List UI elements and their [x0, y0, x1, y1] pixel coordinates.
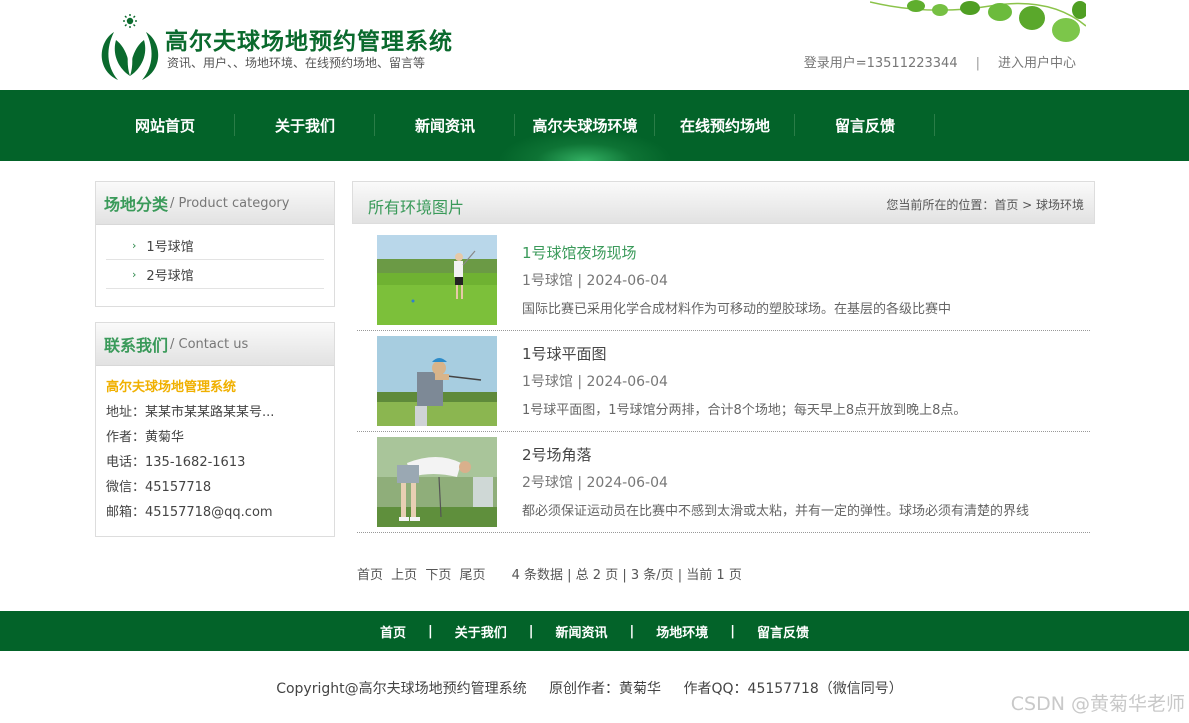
list-item[interactable]: 1号球馆夜场现场 1号球馆 | 2024-06-04 国际比赛已采用化学合成材料…	[357, 230, 1090, 331]
contact-title-en: / Contact us	[170, 336, 249, 352]
category-list: › 1号球馆 › 2号球馆	[96, 225, 334, 289]
user-bar-separator: |	[975, 56, 980, 71]
item-meta: 1号球馆 | 2024-06-04	[522, 374, 668, 390]
category-panel: 场地分类 / Product category › 1号球馆 › 2号球馆	[95, 181, 335, 307]
contact-title: 联系我们	[104, 336, 169, 355]
contact-address: 地址：某某市某某路某某号...	[106, 405, 275, 420]
site-subtitle: 资讯、用户、、场地环境、在线预约场地、留言等	[167, 56, 426, 70]
pager-last-link[interactable]: 尾页	[459, 568, 485, 583]
contact-panel: 联系我们 / Contact us 高尔夫球场地管理系统 地址：某某市某某路某某…	[95, 322, 335, 537]
login-user-label: 登录用户=13511223344	[803, 56, 958, 71]
list-item[interactable]: 2号场角落 2号球馆 | 2024-06-04 都必须保证运动员在比赛中不感到太…	[357, 432, 1090, 533]
site-header: 高尔夫球场地预约管理系统 资讯、用户、、场地环境、在线预约场地、留言等 登录用户…	[0, 0, 1189, 90]
category-item-label: 2号球馆	[146, 268, 194, 284]
item-meta: 1号球馆 | 2024-06-04	[522, 273, 668, 289]
nav-item-about[interactable]: 关于我们	[235, 90, 375, 161]
main-title: 所有环境图片	[368, 198, 465, 217]
chevron-right-icon: ›	[132, 238, 137, 252]
csdn-watermark: CSDN @黄菊华老师	[1010, 693, 1185, 715]
footer-link-news[interactable]: 新闻资讯	[533, 622, 629, 641]
user-center-link[interactable]: 进入用户中心	[998, 56, 1076, 71]
item-title[interactable]: 1号球馆夜场现场	[522, 242, 637, 263]
chevron-right-icon: ›	[132, 267, 137, 281]
contact-panel-header: 联系我们 / Contact us	[96, 323, 334, 366]
nav-item-feedback[interactable]: 留言反馈	[795, 90, 935, 161]
footer-link-environment[interactable]: 场地环境	[634, 622, 730, 641]
nav-list: 网站首页 关于我们 新闻资讯 高尔夫球场环境 在线预约场地 留言反馈	[95, 90, 935, 161]
category-title: 场地分类	[104, 195, 169, 214]
pager-next-link[interactable]: 下页	[425, 568, 451, 583]
contact-author: 作者：黄菊华	[106, 430, 185, 445]
footer-nav: 首页 | 关于我们 | 新闻资讯 | 场地环境 | 留言反馈	[0, 611, 1189, 651]
contact-phone: 电话：135-1682-1613	[106, 455, 246, 470]
category-item[interactable]: › 1号球馆	[106, 231, 324, 260]
pagination: 首页 上页 下页 尾页 4 条数据 | 总 2 页 | 3 条/页 | 当前 1…	[357, 564, 742, 583]
qq-text: 作者QQ：45157718（微信同号）	[683, 681, 903, 697]
nav-item-home[interactable]: 网站首页	[95, 90, 235, 161]
vine-leaves-decoration	[870, 0, 1086, 42]
main-panel-header: 所有环境图片 您当前所在的位置：首页 > 球场环境	[352, 181, 1095, 224]
contact-email: 邮箱：45157718@qq.com	[106, 505, 273, 520]
item-title[interactable]: 2号场角落	[522, 444, 592, 465]
nav-item-news[interactable]: 新闻资讯	[375, 90, 515, 161]
user-bar: 登录用户=13511223344 | 进入用户中心	[804, 52, 1076, 71]
item-description: 国际比赛已采用化学合成材料作为可移动的塑胶球场。在基层的各级比赛中	[522, 302, 952, 317]
contact-wechat: 微信：45157718	[106, 480, 212, 495]
list-item[interactable]: 1号球平面图 1号球馆 | 2024-06-04 1号球平面图，1号球馆分两排，…	[357, 331, 1090, 432]
breadcrumb: 您当前所在的位置：首页 > 球场环境	[886, 198, 1084, 212]
golf-corner-photo[interactable]	[377, 437, 497, 527]
item-title[interactable]: 1号球平面图	[522, 343, 607, 364]
main-nav: 网站首页 关于我们 新闻资讯 高尔夫球场环境 在线预约场地 留言反馈	[0, 90, 1189, 161]
leaf-logo-icon	[101, 14, 159, 80]
category-item-label: 1号球馆	[146, 239, 194, 255]
golf-plan-photo[interactable]	[377, 336, 497, 426]
site-title: 高尔夫球场地预约管理系统	[165, 29, 453, 55]
item-meta: 2号球馆 | 2024-06-04	[522, 475, 668, 491]
footer-link-home[interactable]: 首页	[358, 622, 428, 641]
pager-first-link[interactable]: 首页	[357, 568, 383, 583]
category-panel-header: 场地分类 / Product category	[96, 182, 334, 225]
footer-link-about[interactable]: 关于我们	[433, 622, 529, 641]
category-item[interactable]: › 2号球馆	[106, 260, 324, 289]
author-text: 原创作者：黄菊华	[549, 681, 662, 697]
nav-item-environment[interactable]: 高尔夫球场环境	[515, 90, 655, 161]
footer-link-feedback[interactable]: 留言反馈	[735, 622, 831, 641]
copyright-text: Copyright@高尔夫球场地预约管理系统	[276, 681, 527, 697]
contact-info: 高尔夫球场地管理系统 地址：某某市某某路某某号... 作者：黄菊华 电话：135…	[96, 366, 334, 525]
nav-item-booking[interactable]: 在线预约场地	[655, 90, 795, 161]
golf-night-photo[interactable]	[377, 235, 497, 325]
pager-prev-link[interactable]: 上页	[391, 568, 417, 583]
item-description: 1号球平面图，1号球馆分两排，合计8个场地；每天早上8点开放到晚上8点。	[522, 403, 967, 418]
pager-info: 4 条数据 | 总 2 页 | 3 条/页 | 当前 1 页	[511, 568, 742, 583]
category-title-en: / Product category	[170, 195, 290, 211]
item-description: 都必须保证运动员在比赛中不感到太滑或太粘，并有一定的弹性。球场必须有清楚的界线	[522, 504, 1030, 519]
contact-system-name: 高尔夫球场地管理系统	[106, 380, 237, 395]
